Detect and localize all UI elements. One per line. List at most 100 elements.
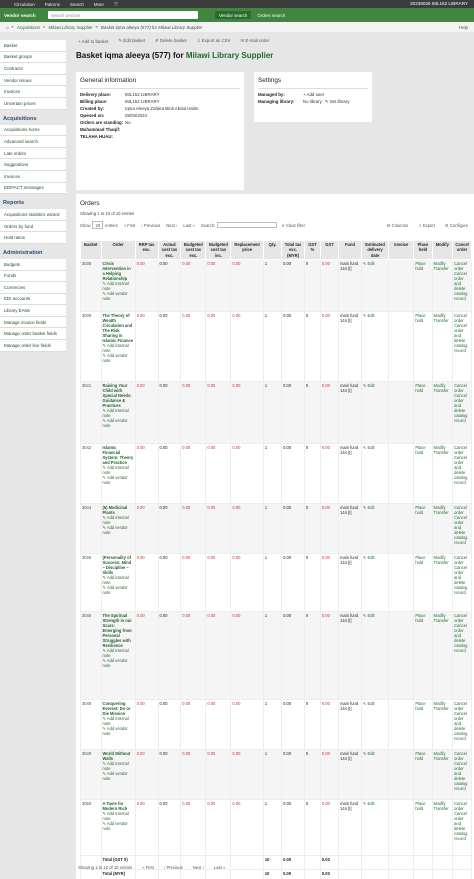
export-button[interactable]: ⇩ Export bbox=[418, 223, 435, 228]
basket-number[interactable]: 3042 bbox=[82, 445, 91, 450]
place-hold-link[interactable]: Place hold bbox=[415, 383, 425, 393]
column-header[interactable]: RRP tax exc. bbox=[134, 239, 159, 261]
add-internal-note-link[interactable]: ✎ Add internal note bbox=[103, 408, 134, 418]
sidebar-item-uncertain-prices[interactable]: Uncertain prices bbox=[0, 97, 66, 110]
add-vendor-note-link[interactable]: ✎ Add vendor note bbox=[103, 525, 134, 535]
add-internal-note-link[interactable]: ✎ Add internal note bbox=[103, 575, 134, 585]
basket-number[interactable]: 3038 bbox=[82, 261, 91, 266]
column-header[interactable]: Actual cost tax exc. bbox=[157, 239, 182, 261]
column-header[interactable]: Modify bbox=[431, 239, 454, 261]
vendor-search-input[interactable]: Search vendors bbox=[48, 11, 198, 19]
place-hold-link[interactable]: Place hold bbox=[415, 801, 425, 811]
order-title-link[interactable]: (Personality of Success: Mind – Discipli… bbox=[103, 555, 134, 575]
sidebar-item-advanced-search[interactable]: Advanced search bbox=[0, 136, 66, 148]
column-header[interactable]: Budgeted cost tax exc. bbox=[180, 239, 207, 261]
place-hold-link[interactable]: Place hold bbox=[415, 555, 425, 565]
sidebar-item-edi-accounts[interactable]: EDI accounts bbox=[0, 293, 66, 306]
sidebar-item-invoices[interactable]: Invoices bbox=[0, 86, 66, 98]
last-page-button[interactable]: Last » bbox=[183, 223, 194, 228]
add-internal-note-link[interactable]: ✎ Add internal note bbox=[103, 811, 134, 821]
column-header[interactable]: Place hold bbox=[413, 239, 433, 261]
tab-orders-search[interactable]: Orders search bbox=[253, 11, 289, 19]
add-vendor-note-link[interactable]: ✎ Add vendor note bbox=[103, 353, 134, 363]
add-internal-note-link[interactable]: ✎ Add internal note bbox=[103, 716, 134, 726]
modify-transfer-link[interactable]: Modify Transfer bbox=[434, 751, 449, 761]
add-internal-note-link[interactable]: ✎ Add internal note bbox=[103, 281, 134, 291]
export-csv-button[interactable]: ⇩ Export as CSV bbox=[197, 38, 231, 44]
basket-number[interactable]: 3048 bbox=[82, 701, 91, 706]
sidebar-item-basket-groups[interactable]: Basket groups bbox=[0, 51, 66, 64]
footer-previous[interactable]: ‹ Previous bbox=[164, 865, 183, 870]
vendor-link[interactable]: Milawi Library Supplier bbox=[186, 51, 274, 60]
column-header[interactable]: Fund bbox=[338, 239, 362, 261]
column-header[interactable]: GST bbox=[319, 239, 340, 261]
footer-last[interactable]: Last » bbox=[214, 865, 225, 870]
modify-transfer-link[interactable]: Modify Transfer bbox=[434, 701, 449, 711]
order-title-link[interactable]: The Spiritual Strength in our Scars: Eme… bbox=[103, 613, 134, 648]
sidebar-item-acquisitions-home[interactable]: Acquisitions home bbox=[0, 124, 66, 137]
nav-more[interactable]: More bbox=[94, 2, 104, 7]
order-title-link[interactable]: Conquering Everest: Do or Die Mission bbox=[103, 701, 134, 716]
modify-transfer-link[interactable]: Modify Transfer bbox=[434, 383, 449, 393]
sidebar-item-edifact[interactable]: EDIFACT messages bbox=[0, 182, 66, 195]
sidebar-item-basket[interactable]: Basket bbox=[0, 40, 66, 52]
cancel-order-link[interactable]: Cancel order Cancel order and delete cat… bbox=[454, 701, 467, 741]
sidebar-item-late-orders[interactable]: Late orders bbox=[0, 147, 66, 160]
add-internal-note-link[interactable]: ✎ Add internal note bbox=[103, 648, 134, 658]
cancel-order-link[interactable]: Cancel order Cancel order and delete cat… bbox=[454, 613, 467, 653]
sidebar-item-library-eans[interactable]: Library EANs bbox=[0, 305, 66, 317]
add-vendor-note-link[interactable]: ✎ Add vendor note bbox=[103, 418, 134, 428]
column-header[interactable]: Cancel order bbox=[452, 239, 472, 261]
cancel-order-link[interactable]: Cancel order Cancel order and delete cat… bbox=[454, 505, 467, 545]
order-title-link[interactable]: Islamic Financial System: Theory and Pra… bbox=[103, 445, 134, 465]
edit-delivery-date-link[interactable]: ✎ Edit bbox=[363, 751, 375, 756]
modify-transfer-link[interactable]: Modify Transfer bbox=[434, 445, 449, 455]
configure-button[interactable]: ⚒ Configure bbox=[445, 223, 468, 228]
edit-delivery-date-link[interactable]: ✎ Edit bbox=[363, 505, 375, 510]
sidebar-item-invoices-2[interactable]: Invoices bbox=[0, 170, 66, 183]
cart-icon[interactable]: 🛒 bbox=[114, 1, 119, 7]
column-header[interactable]: Basket bbox=[80, 239, 102, 261]
footer-first[interactable]: « First bbox=[142, 865, 154, 870]
cancel-order-link[interactable]: Cancel order Cancel order and delete cat… bbox=[454, 555, 467, 595]
modify-transfer-link[interactable]: Modify Transfer bbox=[434, 801, 449, 811]
modify-transfer-link[interactable]: Modify Transfer bbox=[434, 555, 449, 565]
column-header[interactable]: Replacement price bbox=[230, 239, 264, 261]
logged-in-user[interactable]: 20236026 IML152 LIBRARY bbox=[410, 1, 468, 6]
basket-number[interactable]: 3046 bbox=[82, 613, 91, 618]
column-header[interactable]: Total tax exc. (MYR) bbox=[281, 239, 305, 261]
nav-patrons[interactable]: Patrons bbox=[45, 2, 60, 7]
sidebar-item-stats-wizard[interactable]: Acquisitions statistics wizard bbox=[0, 209, 66, 221]
modify-transfer-link[interactable]: Modify Transfer bbox=[434, 613, 449, 623]
edit-delivery-date-link[interactable]: ✎ Edit bbox=[363, 383, 375, 388]
place-hold-link[interactable]: Place hold bbox=[415, 313, 425, 323]
footer-next[interactable]: Next › bbox=[193, 865, 204, 870]
place-hold-link[interactable]: Place hold bbox=[415, 701, 425, 711]
edit-delivery-date-link[interactable]: ✎ Edit bbox=[363, 555, 375, 560]
order-title-link[interactable]: Raising Your Child with Special Needs: G… bbox=[103, 383, 134, 408]
table-search-input[interactable] bbox=[217, 222, 278, 228]
add-vendor-note-link[interactable]: ✎ Add vendor note bbox=[103, 726, 134, 736]
cancel-order-link[interactable]: Cancel order Cancel order and delete cat… bbox=[454, 751, 467, 791]
add-vendor-note-link[interactable]: ✎ Add vendor note bbox=[103, 658, 134, 668]
basket-number[interactable]: 3041 bbox=[82, 383, 91, 388]
add-vendor-note-link[interactable]: ✎ Add vendor note bbox=[103, 771, 134, 781]
previous-page-button[interactable]: ‹ Previous bbox=[141, 223, 160, 228]
basket-number[interactable]: 3045 bbox=[82, 555, 91, 560]
help-link[interactable]: Help bbox=[459, 25, 468, 30]
breadcrumb-vendor[interactable]: Milawi Library Supplier bbox=[49, 25, 93, 30]
column-header[interactable]: Order bbox=[100, 239, 136, 261]
order-title-link[interactable]: (6) Medicinal Plants bbox=[103, 505, 134, 515]
edit-delivery-date-link[interactable]: ✎ Edit bbox=[363, 613, 375, 618]
set-library-button[interactable]: ✎ Set library bbox=[325, 99, 350, 105]
cancel-order-link[interactable]: Cancel order Cancel order and delete cat… bbox=[454, 801, 467, 841]
sidebar-item-currencies[interactable]: Currencies bbox=[0, 282, 66, 294]
add-vendor-note-link[interactable]: ✎ Add vendor note bbox=[103, 585, 134, 595]
order-title-link[interactable]: The Theory of Wealth Circulation and The… bbox=[103, 313, 134, 343]
column-header[interactable]: Invoice bbox=[388, 239, 415, 261]
add-vendor-note-link[interactable]: ✎ Add vendor note bbox=[103, 821, 134, 831]
modify-transfer-link[interactable]: Modify Transfer bbox=[434, 313, 449, 323]
modify-transfer-link[interactable]: Modify Transfer bbox=[434, 505, 449, 515]
basket-number[interactable]: 3050 bbox=[82, 801, 91, 806]
sidebar-item-invoice-fields[interactable]: Manage invoice fields bbox=[0, 316, 66, 329]
